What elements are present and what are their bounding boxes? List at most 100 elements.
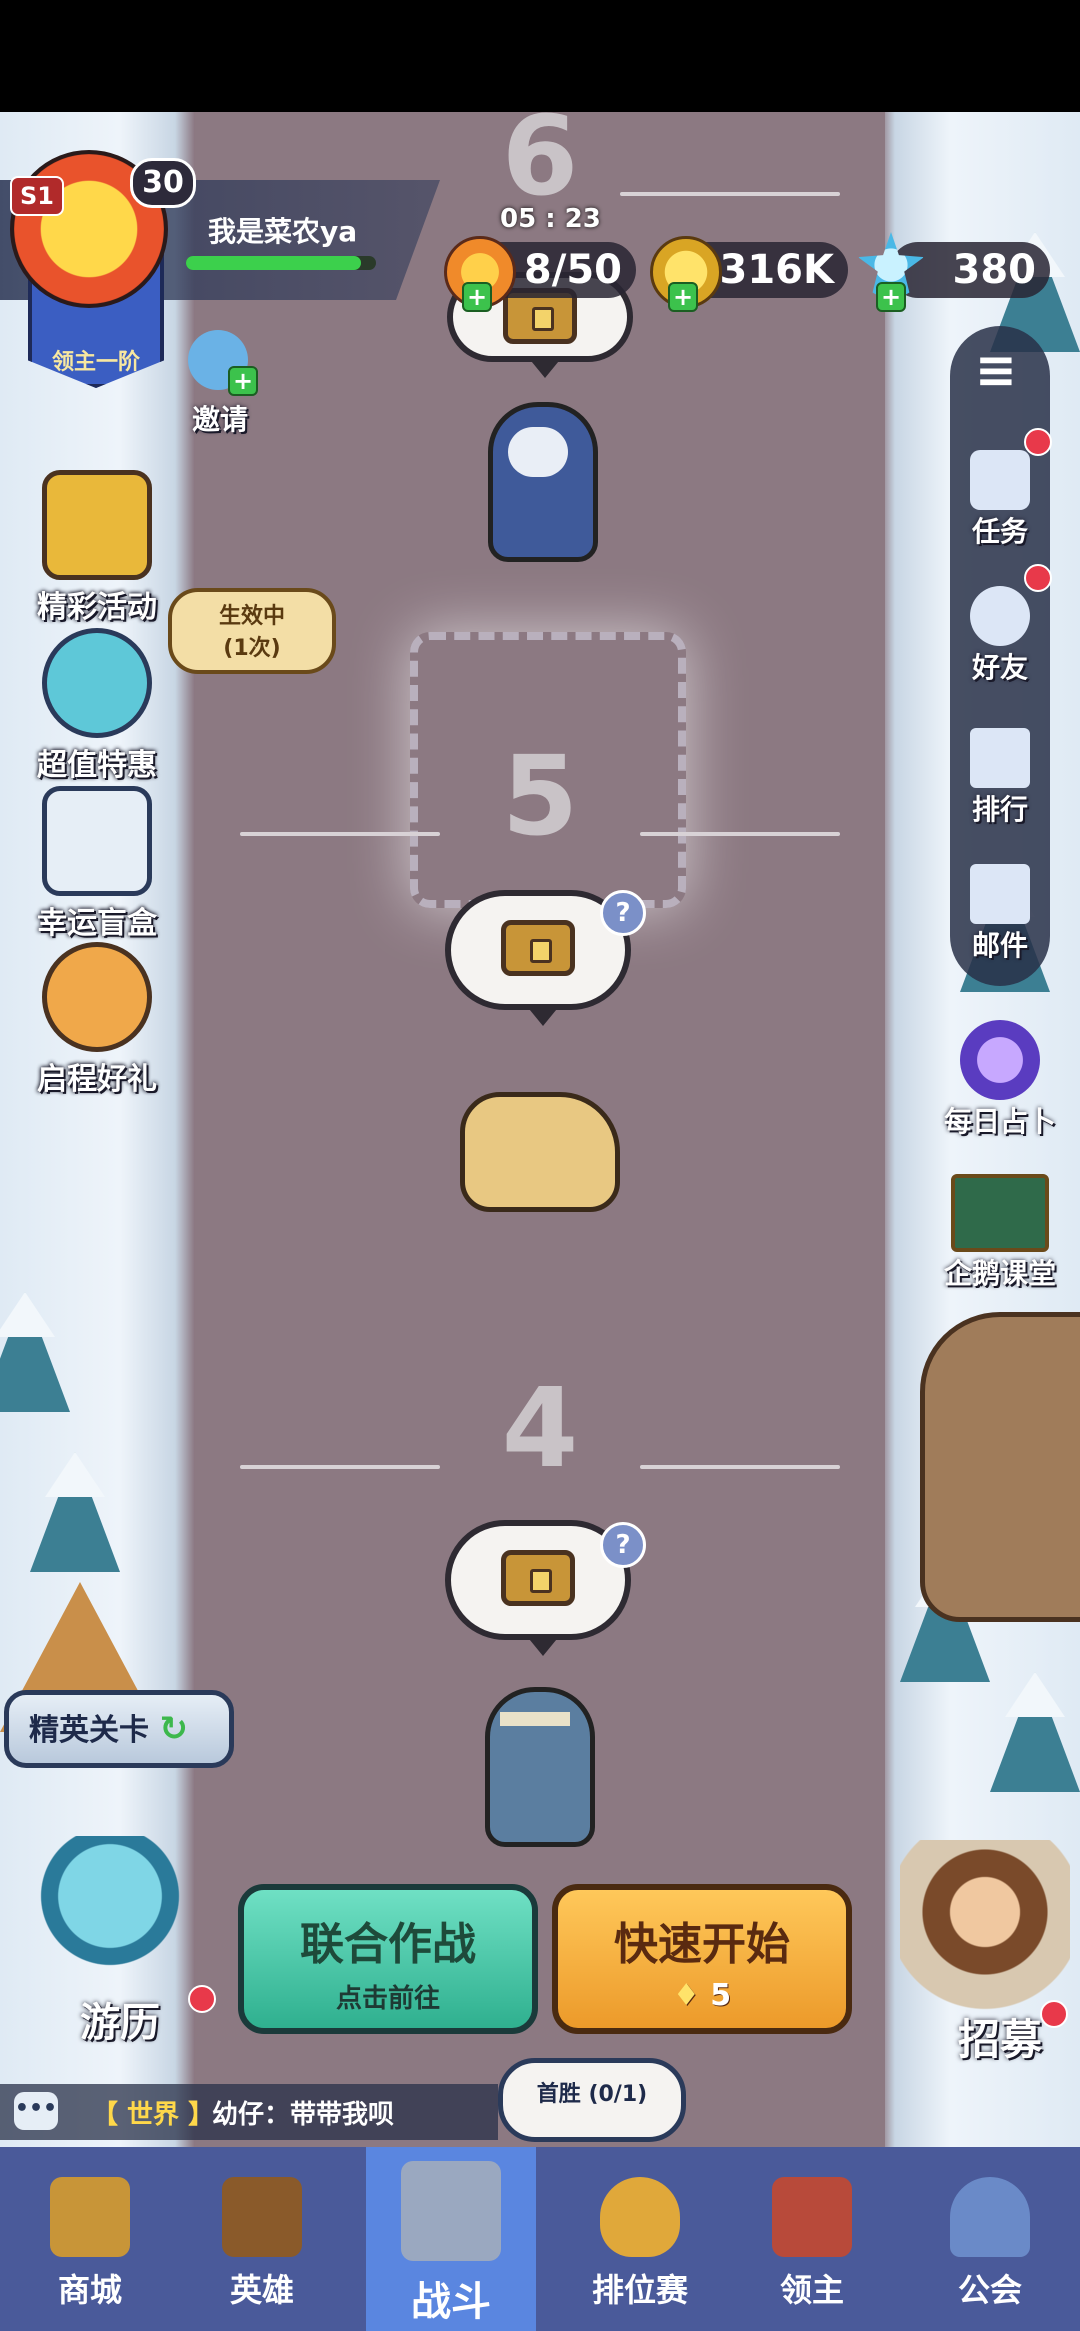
elite-label: 精英关卡 xyxy=(29,1713,149,1748)
notification-dot xyxy=(1024,564,1052,592)
clipboard-icon xyxy=(970,450,1030,510)
invite-button[interactable]: 邀请 xyxy=(170,398,270,438)
coop-battle-button[interactable]: 联合作战 点击前往 xyxy=(238,1884,538,2034)
nav-label: 英雄 xyxy=(229,2271,294,2309)
first-win-badge: 首胜 (0/1) xyxy=(498,2058,686,2142)
chat-bar[interactable]: ••• 【 世界 】 幼仔：带带我呗 xyxy=(0,2084,498,2140)
ice-mage-enemy[interactable] xyxy=(488,402,598,562)
gem-pill[interactable]: 380 xyxy=(890,242,1050,298)
menu-icon[interactable]: ≡ xyxy=(966,340,1026,400)
exp-bar xyxy=(186,256,376,270)
elite-stage-button[interactable]: 精英关卡 ↻ xyxy=(4,1690,234,1768)
chalkboard-icon xyxy=(951,1174,1049,1252)
mail-button[interactable]: 邮件 xyxy=(940,864,1060,964)
penguin-class-button[interactable]: 企鹅课堂 xyxy=(930,1174,1070,1292)
events-label: 精彩活动 xyxy=(37,590,157,625)
chat-icon: ••• xyxy=(14,2092,58,2130)
banner-icon xyxy=(772,2177,852,2257)
stage-number: 4 xyxy=(501,1364,579,1492)
recruiter-icon xyxy=(900,1840,1070,2020)
ranking-label: 排行 xyxy=(971,793,1028,826)
pine-tree xyxy=(990,1672,1080,1792)
events-button[interactable]: 精彩活动 xyxy=(22,470,172,626)
chat-channel: 【 世界 】 xyxy=(92,2100,215,2130)
shield-icon xyxy=(600,2177,680,2257)
start-gift-label: 启程好礼 xyxy=(37,1062,157,1097)
quick-cost-value: 5 xyxy=(710,1978,732,2013)
stage-divider xyxy=(240,832,440,836)
season-badge: S1 xyxy=(10,176,64,216)
timer: 05 : 23 xyxy=(500,204,601,234)
nav-guild[interactable]: 公会 xyxy=(900,2147,1080,2331)
sabertooth-enemy[interactable] xyxy=(460,1092,620,1212)
nav-label: 战斗 xyxy=(411,2279,491,2325)
notification-dot xyxy=(1040,2000,1068,2028)
penguin-class-label: 企鹅课堂 xyxy=(943,1257,1056,1290)
chest-icon xyxy=(501,1550,575,1606)
quick-title: 快速开始 xyxy=(614,1919,790,1970)
quick-start-button[interactable]: 快速开始 ♦ 5 xyxy=(552,1884,852,2034)
shop-icon xyxy=(50,2177,130,2257)
stage-divider xyxy=(620,192,840,196)
deals-label: 超值特惠 xyxy=(37,748,157,783)
player-name: 我是菜农ya xyxy=(208,215,358,248)
daily-fortune-label: 每日占卜 xyxy=(943,1105,1056,1138)
chest-icon xyxy=(501,920,575,976)
nav-lord[interactable]: 领主 xyxy=(722,2147,902,2331)
headband xyxy=(500,1712,570,1726)
deals-button[interactable]: 超值特惠 xyxy=(22,628,172,784)
nav-battle[interactable]: 战斗 xyxy=(366,2147,536,2331)
plus-icon[interactable]: + xyxy=(876,282,906,312)
friends-label: 好友 xyxy=(971,651,1028,684)
notification-dot xyxy=(188,1985,216,2013)
refresh-icon: ↻ xyxy=(159,1709,188,1749)
chest-icon xyxy=(42,470,152,580)
clover-box-icon xyxy=(42,786,152,896)
nav-label: 商城 xyxy=(57,2271,122,2309)
fox-icon xyxy=(42,942,152,1052)
mail-label: 邮件 xyxy=(971,929,1028,962)
hero-card-icon xyxy=(222,2177,302,2257)
caveman-enemy[interactable] xyxy=(485,1687,595,1847)
pine-tree xyxy=(0,1292,70,1412)
podium-icon xyxy=(970,728,1030,788)
quests-button[interactable]: 任务 xyxy=(940,450,1060,550)
status-bar xyxy=(0,0,1080,112)
effect-count: (1次) xyxy=(223,636,281,661)
clock-icon xyxy=(42,628,152,738)
lucky-box-label: 幸运盲盒 xyxy=(37,906,157,941)
plus-icon[interactable]: + xyxy=(462,282,492,312)
info-icon[interactable]: ? xyxy=(600,890,646,936)
pine-tree xyxy=(30,1452,120,1572)
effect-badge[interactable]: 生效中 (1次) xyxy=(168,588,336,674)
mage-mask xyxy=(508,427,568,477)
flame-icon: ♦ xyxy=(672,1978,700,2013)
quick-cost: ♦ 5 xyxy=(558,1978,846,2013)
notification-dot xyxy=(1024,428,1052,456)
nav-ranked[interactable]: 排位赛 xyxy=(550,2147,730,2331)
quests-label: 任务 xyxy=(971,515,1028,548)
ranking-button[interactable]: 排行 xyxy=(940,728,1060,828)
lucky-box-button[interactable]: 幸运盲盒 xyxy=(22,786,172,942)
nav-heroes[interactable]: 英雄 xyxy=(172,2147,352,2331)
nav-shop[interactable]: 商城 xyxy=(0,2147,180,2331)
guild-hall-icon xyxy=(950,2177,1030,2257)
effect-title: 生效中 xyxy=(218,604,285,629)
ship-wreck xyxy=(920,1312,1080,1622)
plus-icon[interactable]: + xyxy=(668,282,698,312)
stage-divider xyxy=(640,1465,840,1469)
info-icon[interactable]: ? xyxy=(600,1522,646,1568)
crossed-swords-icon xyxy=(401,2161,501,2261)
envelope-icon xyxy=(970,864,1030,924)
nav-label: 排位赛 xyxy=(591,2271,688,2309)
coop-subtitle: 点击前往 xyxy=(335,1984,440,2014)
crystal-ball-icon xyxy=(960,1020,1040,1100)
coop-title: 联合作战 xyxy=(300,1919,476,1970)
plus-icon: + xyxy=(228,366,258,396)
daily-fortune-button[interactable]: 每日占卜 xyxy=(930,1020,1070,1140)
level-badge: 30 xyxy=(130,158,196,208)
start-gift-button[interactable]: 启程好礼 xyxy=(22,942,172,1098)
friends-button[interactable]: 好友 xyxy=(940,586,1060,686)
airship-icon xyxy=(40,1836,180,1986)
stage-number: 5 xyxy=(501,732,579,860)
